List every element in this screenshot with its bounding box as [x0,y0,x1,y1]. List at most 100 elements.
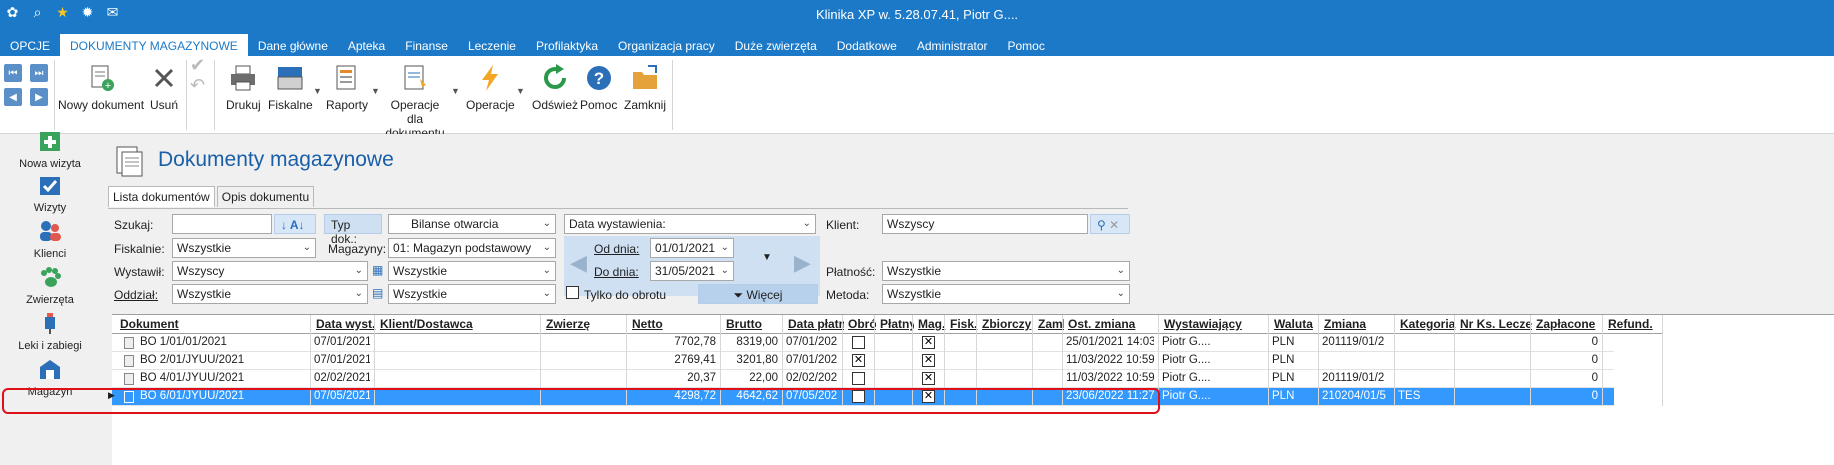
column-header-2[interactable]: Klient/Dostawca [380,317,542,333]
table-row[interactable]: BO 4/01/JYUU/2021 02/02/2021 20,37 22,00 02/… [112,370,1614,388]
table-row[interactable]: BO 1/01/01/2021 07/01/2021 7702,78 8319,00 0… [112,334,1614,352]
sidebar-item-visits[interactable]: Wizyty [0,172,100,214]
issued-by-label: Wystawił: [114,265,165,279]
column-header-4[interactable]: Netto [632,317,722,333]
menu-item-4[interactable]: Finanse [395,34,458,56]
tab-document-list[interactable]: Lista dokumentów [108,186,215,207]
column-header-13[interactable]: Ost. zmiana [1068,317,1160,333]
building-filter-icon[interactable]: ▤ [372,286,383,300]
sidebar-item-drugs[interactable]: Leki i zabiegi [0,310,100,352]
confirm-icon[interactable]: ✔ [190,56,205,74]
menu-item-5[interactable]: Leczenie [458,34,526,56]
column-header-11[interactable]: Zbiorczy [982,317,1034,333]
search-input[interactable] [172,214,272,234]
first-record-icon[interactable]: ⏮ [4,64,22,82]
tab-document-description[interactable]: Opis dokumentu [216,186,315,207]
column-header-10[interactable]: Fisk. [950,317,978,333]
column-header-14[interactable]: Wystawiający [1164,317,1270,333]
clear-icon[interactable]: ✕ [1109,218,1119,232]
column-header-3[interactable]: Zwierzę [546,317,628,333]
method-select[interactable]: Wszystkie ⌄ [882,284,1130,304]
cell-doc: BO 1/01/01/2021 [140,336,227,348]
column-header-18[interactable]: Nr Ks. Leczenia [1460,317,1532,333]
filter2-select[interactable]: Wszystkie ⌄ [388,261,556,281]
menu-item-1[interactable]: DOKUMENTY MAGAZYNOWE [60,34,248,56]
delete-button[interactable]: Usuń [148,62,180,112]
column-header-5[interactable]: Brutto [726,317,784,333]
turnover-checkbox[interactable] [852,336,865,349]
reports-button[interactable]: Raporty [326,62,368,112]
help-button[interactable]: ? Pomoc [580,62,617,112]
turnover-checkbox[interactable] [852,372,865,385]
issued-by-select[interactable]: Wszyscy ⌄ [172,261,368,281]
column-header-7[interactable]: Obrót [848,317,876,333]
column-header-19[interactable]: Zapłacone [1536,317,1604,333]
close-button[interactable]: Zamknij [624,62,666,112]
warehouse-select[interactable]: 01: Magazyn podstawowy ⌄ [388,238,556,258]
column-header-1[interactable]: Data wyst. [316,317,376,333]
tab-divider [108,208,1128,209]
branch-select[interactable]: Wszystkie ⌄ [172,284,368,304]
table-row[interactable]: BO 2/01/JYUU/2021 07/01/2021 2769,41 3201,8… [112,352,1614,370]
last-record-icon[interactable]: ⏭ [30,64,48,82]
column-header-15[interactable]: Waluta [1274,317,1320,333]
prev-record-icon[interactable]: ◀ [4,88,22,106]
operations-dropdown-icon[interactable]: ▼ [516,86,525,96]
warehouse-checkbox[interactable]: ✕ [922,354,935,367]
sidebar-item-new-visit[interactable]: Nowa wizyta [0,128,100,170]
doc-type-select[interactable]: Bilanse otwarcia ⌄ [388,214,556,234]
payment-select[interactable]: Wszystkie ⌄ [882,261,1130,281]
menu-item-7[interactable]: Organizacja pracy [608,34,725,56]
reports-dropdown-icon[interactable]: ▼ [371,86,380,96]
sort-button[interactable]: ↓ A↓ [274,214,316,234]
column-header-17[interactable]: Kategoria [1400,317,1456,333]
fiscal-select[interactable]: Wszystkie ⌄ [172,238,316,258]
refresh-button[interactable]: Odśwież [532,62,578,112]
menu-item-8[interactable]: Duże zwierzęta [725,34,827,56]
next-period-icon[interactable]: ▶ [794,250,811,276]
warehouse-checkbox[interactable]: ✕ [922,372,935,385]
menu-item-10[interactable]: Administrator [907,34,998,56]
column-header-6[interactable]: Data płatn. [788,317,844,333]
menu-item-9[interactable]: Dodatkowe [827,34,907,56]
menu-item-11[interactable]: Pomoc [998,34,1055,56]
new-document-button[interactable]: + Nowy dokument [58,62,144,112]
menu-item-2[interactable]: Dane główne [248,34,338,56]
grid-filter-icon[interactable]: ▦ [372,263,383,277]
print-button[interactable]: Drukuj [226,62,261,112]
filter3-select[interactable]: Wszystkie ⌄ [388,284,556,304]
column-header-9[interactable]: Mag. [918,317,946,333]
date-field-select[interactable]: Data wystawienia: ⌄ [564,214,816,234]
undo-icon[interactable]: ↶ [190,76,205,94]
client-search-button[interactable]: ⚲ ✕ [1090,214,1130,234]
cell-paydate: 07/01/2021 [786,354,838,366]
sidebar-item-clients[interactable]: Klienci [0,218,100,260]
client-input[interactable]: Wszyscy [882,214,1088,234]
column-header-8[interactable]: Płatny [880,317,914,333]
fiscal-button[interactable]: Fiskalne [268,62,313,112]
column-header-20[interactable]: Refund. [1608,317,1664,333]
operations-button[interactable]: Operacje [466,62,515,112]
from-date-input[interactable]: 01/01/2021 ⌄ [650,238,734,258]
column-header-0[interactable]: Dokument [120,317,312,333]
cell-date: 07/01/2021 [314,336,370,348]
menu-item-6[interactable]: Profilaktyka [526,34,608,56]
cell-paid: 0 [1591,372,1598,384]
menu-item-0[interactable]: OPCJE [0,34,60,56]
column-header-16[interactable]: Zmiana [1324,317,1396,333]
sidebar-item-animals[interactable]: Zwierzęta [0,264,100,306]
more-button[interactable]: ⏷ Więcej [698,284,818,304]
warehouse-checkbox[interactable]: ✕ [922,336,935,349]
menu-item-3[interactable]: Apteka [338,34,395,56]
document-operations-dropdown-icon[interactable]: ▼ [451,86,460,96]
fiscal-dropdown-icon[interactable]: ▼ [313,86,322,96]
period-dropdown-icon[interactable]: ▼ [762,252,772,263]
prev-period-icon[interactable]: ◀ [570,250,587,276]
document-operations-button[interactable]: Operacje dla dokumentu [384,62,446,140]
to-date-input[interactable]: 31/05/2021 ⌄ [650,261,734,281]
column-header-12[interactable]: Zamk [1038,317,1064,333]
turnover-checkbox[interactable]: ✕ [852,354,865,367]
next-record-icon[interactable]: ▶ [30,88,48,106]
turnover-only-checkbox[interactable] [566,286,579,299]
column-divider [1268,315,1269,406]
